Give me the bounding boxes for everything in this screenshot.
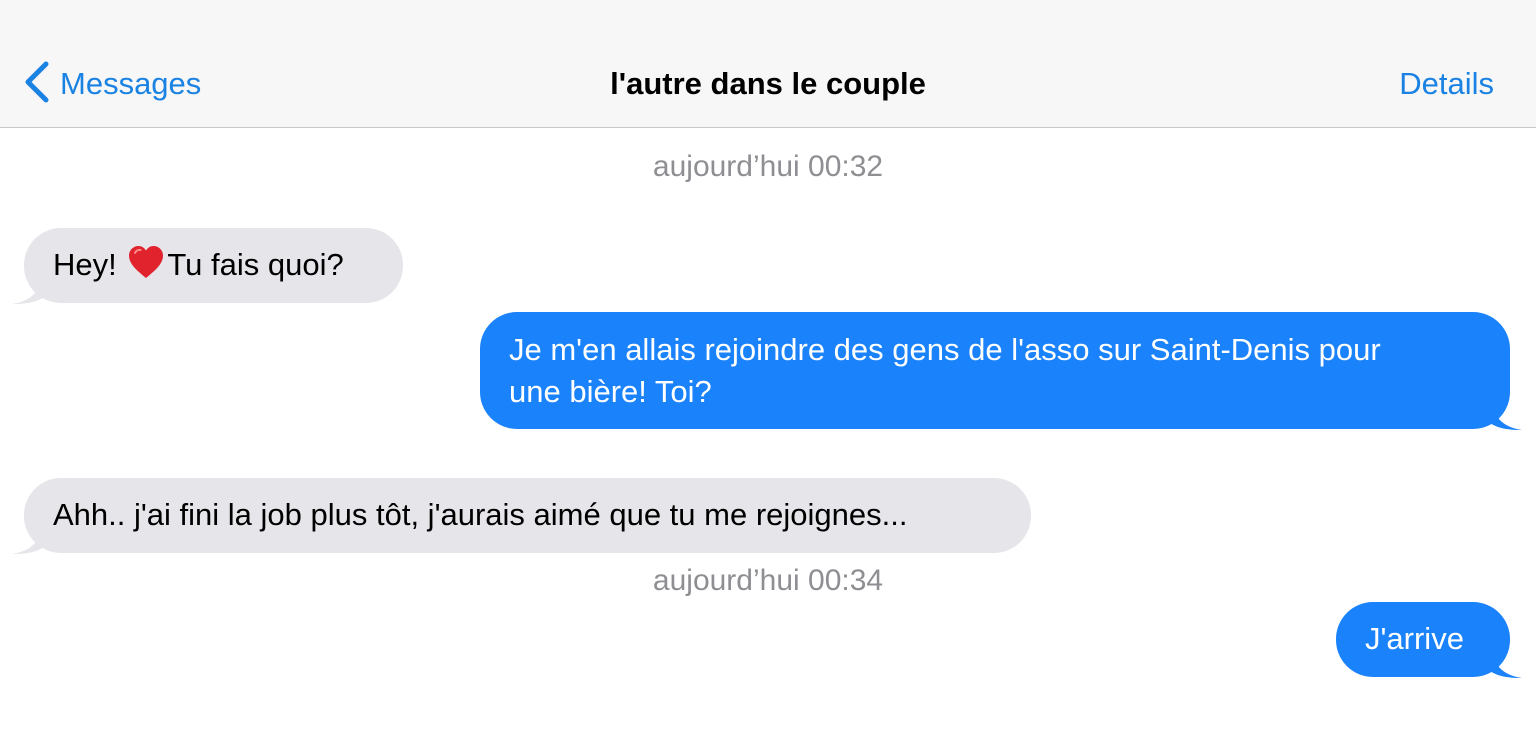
message-text: Ahh.. j'ai fini la job plus tôt, j'aurai… bbox=[53, 497, 908, 532]
message-bubble-incoming[interactable]: Ahh.. j'ai fini la job plus tôt, j'aurai… bbox=[12, 478, 1031, 554]
message-text: J'arrive bbox=[1365, 621, 1464, 656]
red-heart-icon bbox=[127, 244, 165, 280]
bubble-tail bbox=[12, 520, 44, 554]
message-text: Hey! bbox=[53, 247, 126, 282]
message-text: Je m'en allais rejoindre des gens de l'a… bbox=[509, 332, 1381, 367]
conversation-title: l'autre dans le couple bbox=[610, 66, 926, 101]
message-bubble-outgoing[interactable]: J'arrive bbox=[1336, 602, 1522, 678]
bubble-tail bbox=[1490, 644, 1522, 678]
timestamp: aujourd’hui 00:34 bbox=[652, 564, 884, 597]
bubble-tail bbox=[12, 270, 44, 304]
timestamp: aujourd’hui 00:32 bbox=[652, 150, 884, 183]
bubble-tail bbox=[1490, 396, 1522, 430]
nav-bar: Messages l'autre dans le couple Details bbox=[0, 0, 1536, 128]
message-text: une bière! Toi? bbox=[509, 374, 712, 409]
details-button[interactable]: Details bbox=[1399, 62, 1494, 106]
message-text: Tu fais quoi? bbox=[167, 247, 344, 282]
message-bubble-incoming[interactable]: Hey! Tu fais quoi? bbox=[12, 228, 403, 304]
message-bubble-outgoing[interactable]: Je m'en allais rejoindre des gens de l'a… bbox=[480, 312, 1522, 430]
